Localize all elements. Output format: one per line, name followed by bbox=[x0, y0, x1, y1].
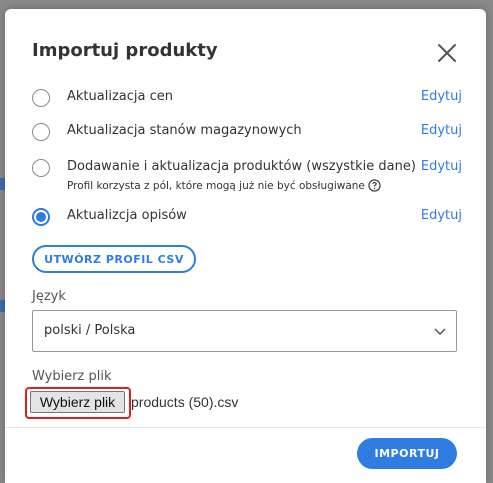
option-label: Dodawanie i aktualizacja produktów (wszy… bbox=[67, 159, 416, 174]
import-products-modal: Importuj produkty Aktualizacja cen Edytu… bbox=[5, 9, 486, 483]
close-button[interactable] bbox=[437, 43, 457, 63]
language-selected-value: polski / Polska bbox=[44, 323, 136, 338]
edit-link-full-import[interactable]: Edytuj bbox=[421, 159, 462, 174]
radio-full-import[interactable] bbox=[32, 159, 50, 177]
modal-title: Importuj produkty bbox=[32, 40, 218, 61]
edit-link-stock-update[interactable]: Edytuj bbox=[421, 123, 462, 138]
file-picker: Wybierz plik products (50).csv bbox=[25, 387, 325, 421]
option-description-update: Aktualizcja opisów Edytuj bbox=[32, 208, 462, 232]
help-icon[interactable] bbox=[368, 179, 381, 192]
option-label: Aktualizacja cen bbox=[67, 89, 173, 104]
option-sublabel-text: Profil korzysta z pól, które mogą już ni… bbox=[67, 180, 365, 192]
edit-link-price-update[interactable]: Edytuj bbox=[421, 89, 462, 104]
close-icon bbox=[438, 44, 456, 62]
create-csv-profile-button[interactable]: UTWÓRZ PROFIL CSV bbox=[32, 245, 196, 273]
option-full-import: Dodawanie i aktualizacja produktów (wszy… bbox=[32, 159, 462, 197]
file-label: Wybierz plik bbox=[32, 369, 112, 384]
option-stock-update: Aktualizacja stanów magazynowych Edytuj bbox=[32, 123, 462, 147]
selected-file-name: products (50).csv bbox=[131, 394, 239, 410]
option-price-update: Aktualizacja cen Edytuj bbox=[32, 89, 462, 113]
edit-link-description-update[interactable]: Edytuj bbox=[421, 208, 462, 223]
import-button[interactable]: IMPORTUJ bbox=[357, 438, 457, 469]
option-label: Aktualizcja opisów bbox=[67, 208, 187, 223]
radio-description-update[interactable] bbox=[32, 208, 50, 226]
radio-price-update[interactable] bbox=[32, 89, 50, 107]
footer-divider bbox=[5, 427, 486, 428]
choose-file-button[interactable]: Wybierz plik bbox=[30, 391, 125, 413]
chevron-down-icon bbox=[434, 328, 446, 336]
language-select[interactable]: polski / Polska bbox=[32, 310, 457, 352]
option-label: Aktualizacja stanów magazynowych bbox=[67, 123, 302, 138]
language-label: Język bbox=[32, 289, 66, 304]
option-sublabel: Profil korzysta z pól, które mogą już ni… bbox=[67, 179, 381, 192]
radio-stock-update[interactable] bbox=[32, 123, 50, 141]
